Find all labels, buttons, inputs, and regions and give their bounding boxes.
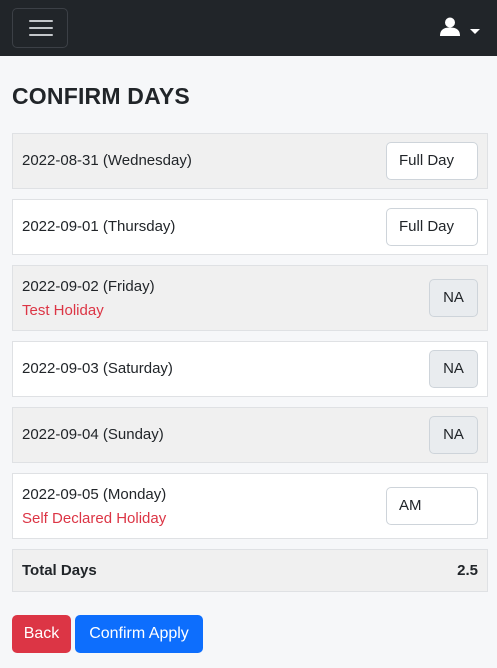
day-type-disabled: NA xyxy=(429,279,478,317)
day-date: 2022-09-04 (Sunday) xyxy=(22,426,164,443)
day-type-disabled: NA xyxy=(429,350,478,388)
day-row: 2022-09-03 (Saturday) NA xyxy=(12,341,488,397)
day-row: 2022-09-04 (Sunday) NA xyxy=(12,407,488,463)
day-type-select[interactable]: AM xyxy=(386,487,478,525)
day-row: 2022-09-02 (Friday) Test Holiday NA xyxy=(12,265,488,331)
confirm-apply-button[interactable]: Confirm Apply xyxy=(75,615,203,653)
day-date: 2022-08-31 (Wednesday) xyxy=(22,152,192,169)
back-button[interactable]: Back xyxy=(12,615,71,653)
holiday-note: Test Holiday xyxy=(22,302,104,319)
user-icon xyxy=(440,17,460,36)
top-navbar xyxy=(0,0,497,56)
hamburger-icon[interactable] xyxy=(12,8,68,48)
page-title: CONFIRM DAYS xyxy=(12,83,190,109)
day-date: 2022-09-01 (Thursday) xyxy=(22,218,176,235)
day-row: 2022-08-31 (Wednesday) Full Day xyxy=(12,133,488,189)
day-type-disabled: NA xyxy=(429,416,478,454)
day-date: 2022-09-05 (Monday) xyxy=(22,486,167,503)
total-days-label: Total Days xyxy=(22,562,97,579)
day-row: 2022-09-01 (Thursday) Full Day xyxy=(12,199,488,255)
day-row: 2022-09-05 (Monday) Self Declared Holida… xyxy=(12,473,488,539)
day-type-select[interactable]: Full Day xyxy=(386,142,478,180)
day-date: 2022-09-03 (Saturday) xyxy=(22,360,173,377)
caret-down-icon xyxy=(470,29,480,34)
day-date: 2022-09-02 (Friday) xyxy=(22,278,155,295)
total-days-row: Total Days 2.5 xyxy=(12,549,488,592)
day-type-select[interactable]: Full Day xyxy=(386,208,478,246)
user-menu-toggle[interactable] xyxy=(440,17,482,41)
total-days-value: 2.5 xyxy=(457,562,478,579)
holiday-note: Self Declared Holiday xyxy=(22,510,167,527)
